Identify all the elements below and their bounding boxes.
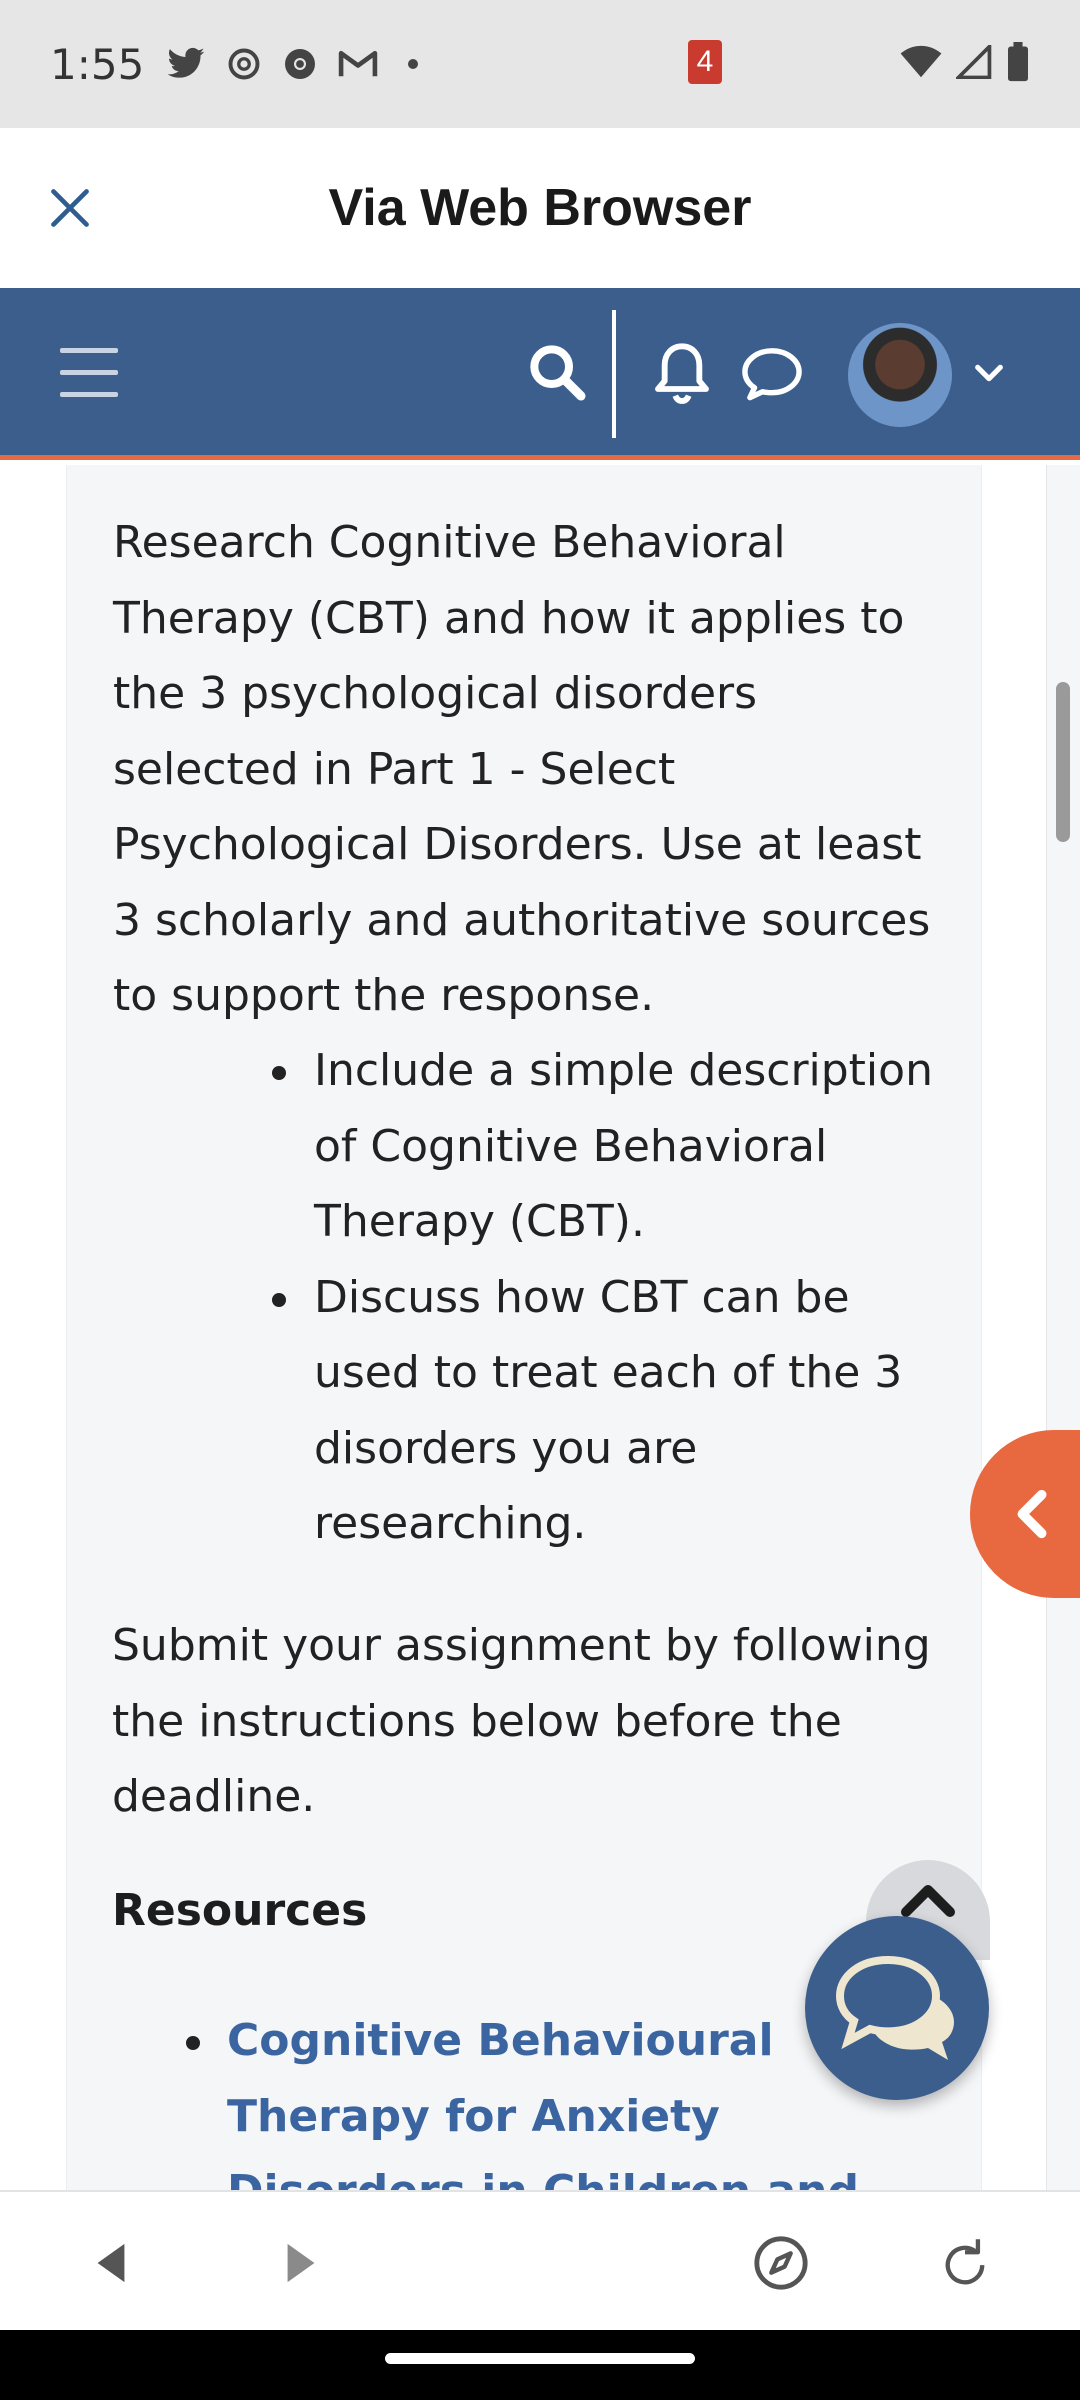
forward-button[interactable] [266,2228,336,2298]
app-header [0,288,1080,460]
gmail-icon [338,48,378,80]
chat-support-button[interactable] [805,1916,989,2100]
reload-icon [945,2239,985,2285]
notification-badge: 4 [688,40,722,84]
user-avatar[interactable] [848,323,952,427]
resources-list: Cognitive Behavioural Therapy for Anxiet… [180,2003,880,2190]
assignment-instructions: Research Cognitive Behavioral Therapy (C… [113,517,931,1021]
chevron-down-icon [975,364,1003,382]
bell-icon [655,343,709,404]
back-arrow-icon [97,2243,125,2283]
status-time: 1:55 [50,39,145,89]
status-bar: 1:55 [0,0,1080,128]
chrome-icon [282,46,318,82]
system-icons [900,41,1030,87]
search-button[interactable] [525,340,589,404]
battery-icon [1006,41,1030,87]
header-divider [612,310,616,438]
list-item: Include a simple description of Cognitiv… [246,1033,946,1260]
page-title: Via Web Browser [328,179,752,237]
hamburger-menu-button[interactable] [60,348,122,398]
navigation-bar [0,2330,1080,2400]
reload-button[interactable] [930,2228,1000,2298]
account-dropdown-button[interactable] [972,358,1006,388]
chat-support-icon [835,1955,954,2060]
browser-title-bar: Via Web Browser [0,128,1080,288]
scrollbar[interactable] [1056,682,1070,842]
resource-link[interactable]: Cognitive Behavioural Therapy for Anxiet… [227,2015,859,2190]
chevron-left-icon [1017,1489,1047,1539]
requirements-list: Include a simple description of Cognitiv… [246,1033,946,1562]
back-button[interactable] [76,2228,146,2298]
list-item: Discuss how CBT can be used to treat eac… [246,1260,946,1562]
chat-bubble-icon [742,348,802,401]
wifi-icon [900,45,942,84]
compass-icon [754,2236,808,2290]
notification-icons [166,46,419,82]
chevron-up-icon [901,1885,955,1917]
dot-icon [408,59,419,69]
resources-heading: Resources [112,1885,368,1936]
twitter-icon [166,47,206,81]
list-item: Cognitive Behavioural Therapy for Anxiet… [180,2003,880,2190]
search-icon [530,345,586,401]
notifications-button[interactable] [650,338,714,408]
close-icon [51,189,89,227]
browser-toolbar [0,2190,1080,2330]
submission-instructions: Submit your assignment by following the … [112,1620,931,1822]
close-button[interactable] [40,178,100,238]
home-gesture-handle[interactable] [385,2353,695,2364]
signal-icon [954,41,992,84]
threads-icon [226,46,262,82]
compass-button[interactable] [746,2228,816,2298]
messages-button[interactable] [740,343,804,403]
forward-arrow-icon [287,2243,315,2283]
